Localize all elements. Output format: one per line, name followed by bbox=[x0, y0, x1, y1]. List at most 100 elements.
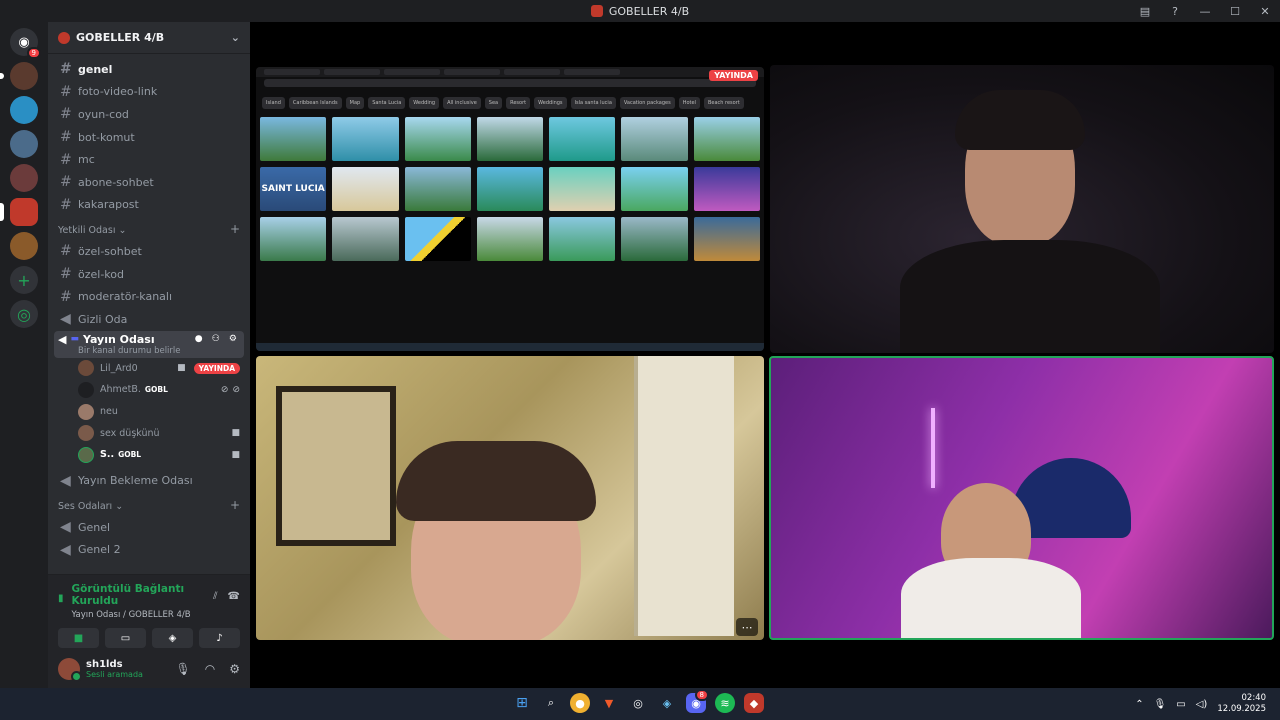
category-yetkili[interactable]: Yetkili Odası ⌄ + bbox=[48, 216, 250, 240]
server-icon[interactable] bbox=[10, 232, 38, 260]
spotify-icon[interactable]: ≋ bbox=[715, 693, 735, 713]
guild-icon bbox=[58, 31, 70, 44]
discord-icon[interactable]: ◉ 8 bbox=[686, 689, 709, 713]
chevron-up-icon[interactable]: ⌃ bbox=[1135, 699, 1143, 710]
voice-channel-gizli-oda[interactable]: ◀ Gizli Oda bbox=[48, 308, 250, 331]
channel-oyun-cod[interactable]: # oyun-cod bbox=[48, 103, 250, 126]
camera-tile-speaking[interactable] bbox=[769, 356, 1274, 640]
channel-ozel-sohbet[interactable]: # özel-sohbet bbox=[48, 240, 250, 263]
guild-header[interactable]: GOBELLER 4/B ⌄ bbox=[48, 22, 250, 54]
image-thumbnail bbox=[404, 167, 471, 211]
network-icon[interactable]: ▭ bbox=[1176, 699, 1185, 710]
channel-abone-sohbet[interactable]: # abone-sohbet bbox=[48, 171, 250, 194]
disconnect-icon[interactable]: ☎ bbox=[228, 591, 240, 620]
category-ses[interactable]: Ses Odaları ⌄ + bbox=[48, 492, 250, 516]
minimize-button[interactable]: — bbox=[1190, 5, 1220, 18]
noise-suppression-icon[interactable]: ⫽ bbox=[213, 591, 217, 620]
screen-share-tile[interactable]: YAYINDA Island Caribbean Islands Map San… bbox=[256, 67, 764, 351]
activity-button[interactable]: ◈ bbox=[152, 628, 193, 648]
app-icon[interactable]: ◆ bbox=[744, 693, 764, 713]
avatar[interactable] bbox=[58, 658, 82, 682]
image-thumbnail: SAINT LUCIA bbox=[260, 167, 327, 211]
headphones-icon[interactable]: ◠ bbox=[205, 662, 215, 676]
browser-tabs bbox=[256, 67, 764, 77]
window-controls: ▤ ? — ☐ ✕ bbox=[1130, 0, 1280, 22]
channel-label: özel-kod bbox=[78, 267, 124, 281]
microphone-icon[interactable]: 🎙 bbox=[176, 662, 191, 676]
voice-member[interactable]: AhmetB. GOBL ⊘ ⊘ bbox=[48, 379, 250, 401]
add-server-icon[interactable]: + bbox=[10, 266, 38, 294]
gear-icon[interactable]: ⚙ bbox=[229, 662, 240, 676]
channel-label: Yayın Odası bbox=[82, 332, 155, 346]
discord-home-icon[interactable]: ◉ 9 bbox=[10, 28, 41, 59]
discover-icon[interactable]: ◎ bbox=[10, 300, 38, 328]
server-icon[interactable] bbox=[10, 96, 38, 124]
app-icon[interactable]: ◈ bbox=[657, 693, 677, 713]
chip: Resort bbox=[506, 97, 531, 109]
voice-channel-genel-2[interactable]: ◀ Genel 2 bbox=[48, 539, 250, 562]
system-clock[interactable]: 02:40 12.09.2025 bbox=[1217, 693, 1266, 715]
maximize-button[interactable]: ☐ bbox=[1220, 5, 1250, 18]
member-name: neu bbox=[100, 406, 118, 418]
channel-ozel-kod[interactable]: # özel-kod bbox=[48, 263, 250, 286]
voice-member[interactable]: S.. GOBL ■ bbox=[48, 444, 250, 466]
voice-channel-genel[interactable]: ◀ Genel bbox=[48, 516, 250, 539]
notification-badge: 9 bbox=[26, 47, 41, 59]
add-channel-icon[interactable]: + bbox=[230, 222, 240, 236]
screen-share-button[interactable]: ▭ bbox=[105, 628, 146, 648]
server-icon[interactable] bbox=[0, 62, 38, 90]
voice-channel-bekleme[interactable]: ◀ Yayın Bekleme Odası bbox=[48, 470, 250, 493]
close-button[interactable]: ✕ bbox=[1250, 5, 1280, 18]
chevron-down-icon[interactable]: ⌄ bbox=[231, 31, 240, 44]
voice-channel-yayin-odasi[interactable]: ◀ ▬ Yayın Odası ● ⚇ ⚙ Bir kanal durumu b… bbox=[54, 330, 244, 358]
user-status: Sesli aramada bbox=[86, 670, 143, 679]
channel-status[interactable]: Bir kanal durumu belirle bbox=[78, 346, 240, 356]
channel-genel[interactable]: # genel bbox=[48, 58, 250, 81]
channel-bot-komut[interactable]: # bot-komut bbox=[48, 126, 250, 149]
microphone-icon[interactable]: 🎙 bbox=[1154, 699, 1167, 710]
signal-icon[interactable]: ▮ bbox=[58, 593, 64, 620]
search-icon[interactable]: ⌕ bbox=[541, 693, 561, 713]
chrome-icon[interactable]: ● bbox=[570, 693, 590, 713]
camera-icon: ■ bbox=[231, 428, 240, 439]
camera-tile[interactable] bbox=[770, 65, 1274, 353]
voice-member[interactable]: neu bbox=[48, 401, 250, 423]
image-thumbnail bbox=[332, 117, 399, 161]
browser-urlbar bbox=[264, 79, 756, 87]
chip: Map bbox=[345, 97, 365, 109]
image-thumbnail bbox=[332, 217, 399, 261]
voice-member[interactable]: Lil_Ard0 ■ YAYINDA bbox=[48, 358, 250, 380]
add-channel-icon[interactable]: + bbox=[230, 498, 240, 512]
channel-tools[interactable]: ● ⚇ ⚙ bbox=[195, 334, 240, 344]
camera-button[interactable]: ■ bbox=[58, 628, 99, 648]
live-indicator-icon: ▬ bbox=[70, 334, 79, 345]
help-icon[interactable]: ? bbox=[1160, 5, 1190, 18]
more-options-button[interactable]: ⋯ bbox=[736, 618, 758, 636]
channel-foto-video-link[interactable]: # foto-video-link bbox=[48, 81, 250, 104]
server-folder-icon[interactable] bbox=[10, 130, 38, 158]
notification-badge: 8 bbox=[694, 689, 709, 701]
video-stage: YAYINDA Island Caribbean Islands Map San… bbox=[250, 22, 1280, 688]
voice-member[interactable]: sex düşkünü ■ bbox=[48, 422, 250, 444]
chip: Vacation packages bbox=[619, 97, 675, 109]
clock-date: 12.09.2025 bbox=[1217, 704, 1266, 714]
image-thumbnail bbox=[549, 167, 616, 211]
channel-mc[interactable]: # mc bbox=[48, 148, 250, 171]
soundboard-button[interactable]: ♪ bbox=[199, 628, 240, 648]
start-icon[interactable]: ⊞ bbox=[512, 693, 532, 713]
volume-icon[interactable]: ◁) bbox=[1196, 699, 1208, 710]
hash-icon: # bbox=[60, 106, 72, 123]
connection-subtitle[interactable]: Yayın Odası / GOBELLER 4/B bbox=[72, 610, 214, 620]
server-icon[interactable] bbox=[10, 164, 38, 192]
camera-tile[interactable]: ⋯ bbox=[256, 356, 764, 640]
chip: All inclusive bbox=[443, 97, 481, 109]
channel-kakarapost[interactable]: # kakarapost bbox=[48, 194, 250, 217]
app-icon[interactable]: ◎ bbox=[628, 693, 648, 713]
inbox-icon[interactable]: ▤ bbox=[1130, 5, 1160, 18]
active-server-icon[interactable] bbox=[0, 198, 38, 226]
chip: Weddings bbox=[534, 97, 567, 109]
brave-icon[interactable]: ▼ bbox=[599, 693, 619, 713]
speaker-icon: ◀ bbox=[60, 472, 71, 489]
channel-moderator-kanali[interactable]: # moderatör-kanalı bbox=[48, 285, 250, 308]
server-icon bbox=[590, 5, 603, 17]
